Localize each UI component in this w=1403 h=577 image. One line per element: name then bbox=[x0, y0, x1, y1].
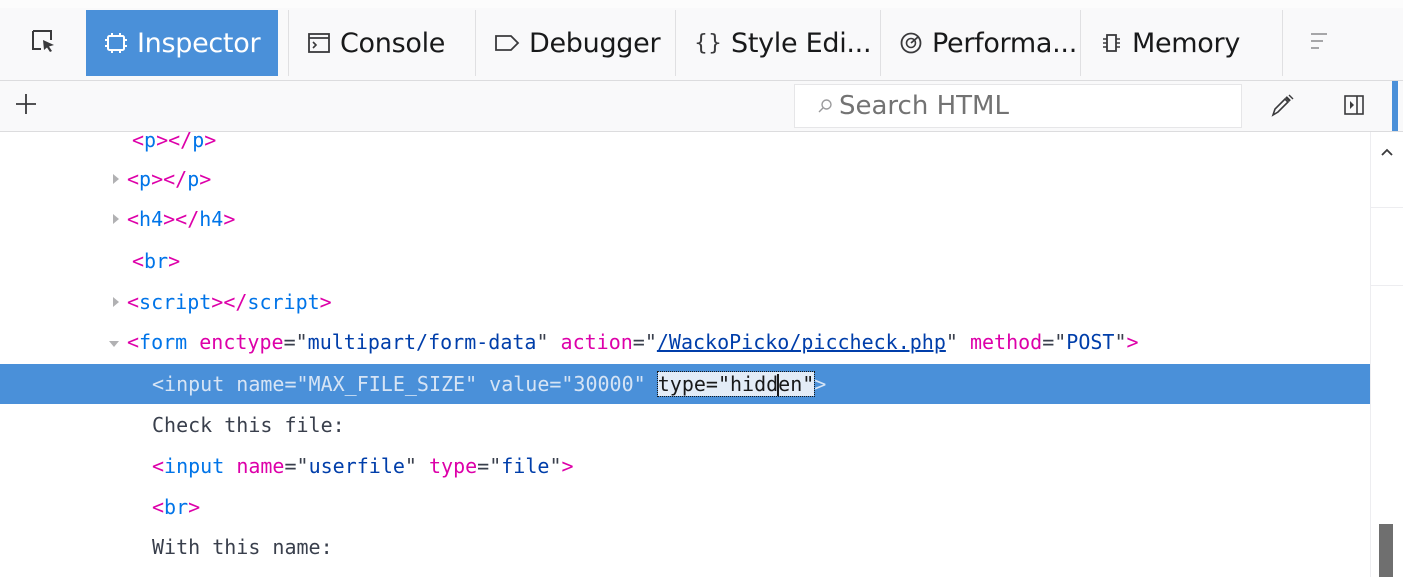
tree-node-text[interactable]: With this name: bbox=[0, 527, 1370, 567]
performance-icon bbox=[899, 31, 923, 55]
tab-memory[interactable]: Memory bbox=[1080, 10, 1282, 76]
plus-icon bbox=[14, 92, 38, 120]
search-icon bbox=[817, 98, 833, 114]
tree-node-form[interactable]: < form enctype =" multipart/form-data " acti… bbox=[0, 322, 1370, 362]
add-node-button[interactable] bbox=[8, 88, 44, 124]
tab-performance-label: Performa... bbox=[932, 27, 1077, 59]
memory-icon bbox=[1099, 31, 1123, 55]
tab-inspector-label: Inspector bbox=[137, 27, 261, 59]
tree-node-p[interactable]: < p ></p > bbox=[0, 132, 1370, 160]
console-icon bbox=[307, 31, 331, 55]
element-picker-icon bbox=[30, 28, 56, 58]
tree-node-input[interactable]: < input name =" userfile " type =" file " > bbox=[0, 446, 1370, 486]
tab-inspector[interactable]: Inspector bbox=[86, 10, 278, 76]
tab-console-label: Console bbox=[340, 27, 446, 59]
expand-arrow-icon[interactable] bbox=[110, 173, 122, 185]
toolbar-accent-edge bbox=[1392, 81, 1398, 131]
inspector-toolbar: Search HTML bbox=[0, 81, 1403, 132]
toggle-sidebar-button[interactable] bbox=[1336, 89, 1372, 125]
eyedropper-button[interactable] bbox=[1264, 89, 1300, 125]
markup-scrollbar[interactable] bbox=[1370, 132, 1403, 577]
tab-bar-top-edge bbox=[0, 0, 1403, 8]
tab-console[interactable]: Console bbox=[288, 10, 469, 76]
scrollbar-divider bbox=[1371, 285, 1403, 286]
tab-performance[interactable]: Performa... bbox=[880, 10, 1080, 76]
tab-style-editor-label: Style Edi... bbox=[731, 27, 872, 59]
markup-view[interactable]: < p ></p > < p ></p > < h4 ></h4 > < br > < script ><… bbox=[0, 132, 1370, 577]
tree-node-br[interactable]: < br > bbox=[0, 241, 1370, 281]
tree-node-p[interactable]: < p ></p > bbox=[0, 159, 1370, 199]
element-picker-button[interactable] bbox=[10, 10, 76, 76]
devtools-tab-bar: Inspector Console Debugger {} Style Edi.… bbox=[0, 0, 1403, 81]
tree-node-br[interactable]: < br > bbox=[0, 487, 1370, 527]
tree-node-input-selected[interactable]: <input name="MAX_FILE_SIZE" value="30000… bbox=[0, 364, 1370, 404]
sidebar-toggle-icon bbox=[1343, 94, 1365, 120]
overflow-menu-icon bbox=[1309, 30, 1329, 56]
tree-node-text[interactable]: Check this file: bbox=[0, 405, 1370, 445]
attribute-edit-field[interactable]: type="hidden" bbox=[656, 370, 816, 398]
eyedropper-icon bbox=[1269, 92, 1295, 122]
search-html-input[interactable]: Search HTML bbox=[794, 84, 1242, 128]
tabs-overflow-button[interactable] bbox=[1282, 10, 1403, 76]
tab-memory-label: Memory bbox=[1132, 27, 1241, 59]
form-action-link[interactable]: /WackoPicko/piccheck.php bbox=[657, 330, 946, 354]
tab-debugger[interactable]: Debugger bbox=[475, 10, 675, 76]
search-placeholder: Search HTML bbox=[839, 91, 1009, 121]
tree-node-script[interactable]: < script ></script > bbox=[0, 282, 1370, 322]
expand-arrow-icon[interactable] bbox=[110, 213, 122, 225]
collapse-arrow-icon[interactable] bbox=[108, 338, 120, 350]
inspector-icon bbox=[104, 31, 128, 55]
tab-debugger-label: Debugger bbox=[529, 27, 661, 59]
chevron-up-icon bbox=[1381, 141, 1393, 160]
scrollbar-divider bbox=[1371, 207, 1403, 208]
style-editor-icon: {} bbox=[694, 30, 722, 56]
tree-node-h4[interactable]: < h4 ></h4 > bbox=[0, 199, 1370, 239]
tab-style-editor[interactable]: {} Style Edi... bbox=[675, 10, 880, 76]
scroll-up-button[interactable] bbox=[1379, 142, 1395, 158]
scrollbar-thumb[interactable] bbox=[1379, 524, 1393, 577]
debugger-icon bbox=[494, 31, 520, 55]
expand-arrow-icon[interactable] bbox=[110, 296, 122, 308]
selected-node-markup: <input name="MAX_FILE_SIZE" value="30000… bbox=[152, 372, 658, 396]
